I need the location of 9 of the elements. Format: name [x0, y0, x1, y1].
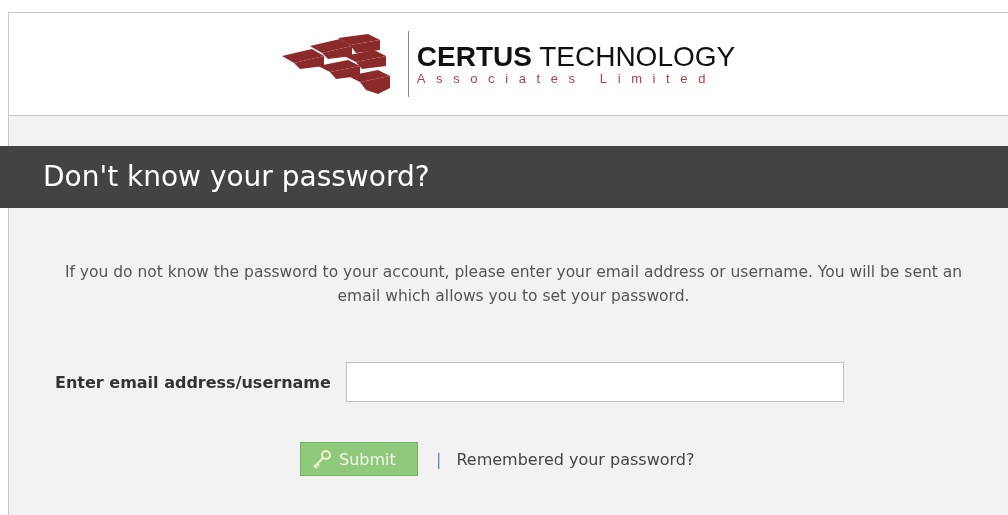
company-name: CERTUS TECHNOLOGY: [416, 42, 736, 72]
instructions-text: If you do not know the password to your account, please enter your email address or username. You will be sent an email which allows you to set your password.: [63, 262, 964, 307]
field-label: Enter email address/username: [55, 372, 331, 392]
remembered-password-link[interactable]: Remembered your password?: [456, 449, 695, 469]
company-tagline: Associates Limited: [416, 72, 717, 86]
page-title: Don't know your password?: [0, 146, 1008, 208]
separator: |: [436, 449, 442, 469]
email-input-field[interactable]: [345, 362, 844, 402]
key-icon: [311, 449, 333, 469]
